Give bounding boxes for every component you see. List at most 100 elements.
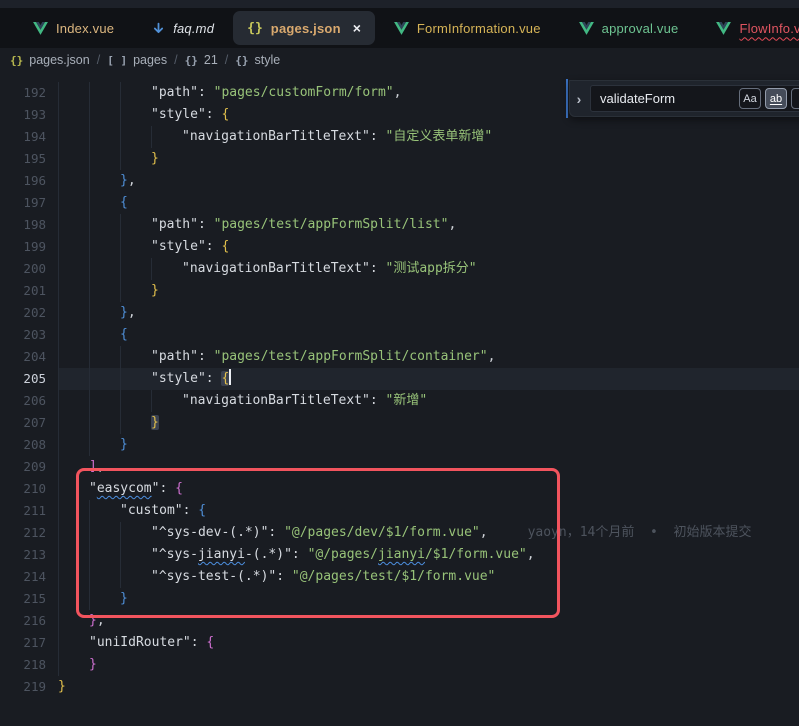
indent-guide — [151, 258, 182, 280]
tab-flowinfo-vu[interactable]: FlowInfo.vu — [697, 11, 799, 45]
indent-guide — [120, 82, 151, 104]
line-number: 214 — [0, 566, 58, 588]
code-line-200[interactable]: 200"navigationBarTitleText": "测试app拆分" — [0, 258, 799, 280]
code-line-194[interactable]: 194"navigationBarTitleText": "自定义表单新增" — [0, 126, 799, 148]
line-number: 216 — [0, 610, 58, 632]
code-token: "自定义表单新增" — [386, 129, 493, 144]
code-token: { — [221, 107, 229, 122]
code-line-211[interactable]: 211"custom": { — [0, 500, 799, 522]
find-input[interactable]: validateForm Aa ab .* — [590, 85, 799, 112]
code-line-213[interactable]: 213"^sys-jianyi-(.*)": "@/pages/jianyi/$… — [0, 544, 799, 566]
tab-pages-json[interactable]: {}pages.json× — [233, 11, 375, 45]
line-content: }, — [58, 302, 799, 324]
indent-guide — [120, 214, 151, 236]
line-number: 199 — [0, 236, 58, 258]
tab-label: pages.json — [271, 21, 341, 36]
code-token: : — [370, 261, 386, 276]
code-line-210[interactable]: 210"easycom": { — [0, 478, 799, 500]
indent-guide — [89, 82, 120, 104]
breadcrumb-item-style[interactable]: {}style — [235, 53, 280, 67]
code-line-204[interactable]: 204"path": "pages/test/appFormSplit/cont… — [0, 346, 799, 368]
code-token: , — [97, 613, 105, 628]
code-token: "@/pages/ — [308, 547, 378, 562]
code-line-206[interactable]: 206"navigationBarTitleText": "新增" — [0, 390, 799, 412]
breadcrumb-label: style — [255, 53, 281, 67]
code-line-218[interactable]: 218} — [0, 654, 799, 676]
code-line-212[interactable]: 212"^sys-dev-(.*)": "@/pages/dev/$1/form… — [0, 522, 799, 544]
code-line-201[interactable]: 201} — [0, 280, 799, 302]
find-widget-sash[interactable] — [566, 79, 568, 118]
code-line-216[interactable]: 216}, — [0, 610, 799, 632]
find-query-text[interactable]: validateForm — [600, 91, 735, 106]
indent-guide — [58, 126, 89, 148]
tab-forminformation-vue[interactable]: FormInformation.vue — [375, 11, 560, 45]
code-token: : — [198, 217, 214, 232]
tab-faq-md[interactable]: faq.md — [133, 11, 233, 45]
code-line-209[interactable]: 209], — [0, 456, 799, 478]
code-line-207[interactable]: 207} — [0, 412, 799, 434]
regex-button[interactable]: .* — [791, 88, 799, 109]
indent-guide — [89, 170, 120, 192]
indent-guide — [89, 280, 120, 302]
code-token: "custom" — [120, 503, 183, 518]
find-expand-chevron-icon[interactable]: › — [570, 91, 588, 107]
tab-label: faq.md — [173, 21, 214, 36]
code-line-219[interactable]: 219} — [0, 676, 799, 698]
code-line-205[interactable]: 205"style": { — [0, 368, 799, 390]
line-number: 202 — [0, 302, 58, 324]
line-number: 197 — [0, 192, 58, 214]
vue-icon — [394, 22, 409, 35]
indent-guide — [120, 368, 151, 390]
match-case-button[interactable]: Aa — [739, 88, 761, 109]
indent-guide — [120, 126, 151, 148]
code-token: "path" — [151, 217, 198, 232]
code-line-197[interactable]: 197{ — [0, 192, 799, 214]
code-token: " — [89, 481, 97, 496]
indent-guide — [58, 82, 89, 104]
tab-label: FlowInfo.vu — [739, 21, 799, 36]
code-token: } — [120, 437, 128, 452]
line-number: 217 — [0, 632, 58, 654]
code-line-215[interactable]: 215} — [0, 588, 799, 610]
code-line-203[interactable]: 203{ — [0, 324, 799, 346]
code-line-196[interactable]: 196}, — [0, 170, 799, 192]
code-token: : — [206, 107, 222, 122]
tab-label: FormInformation.vue — [417, 21, 541, 36]
line-content: "uniIdRouter": { — [58, 632, 799, 654]
breadcrumb-item-21[interactable]: {}21 — [185, 53, 218, 67]
code-token: : — [198, 349, 214, 364]
indent-guide — [58, 192, 89, 214]
code-line-214[interactable]: 214"^sys-test-(.*)": "@/pages/test/$1/fo… — [0, 566, 799, 588]
line-number: 218 — [0, 654, 58, 676]
indent-guide — [120, 236, 151, 258]
line-content: } — [58, 654, 799, 676]
tab-index-vue[interactable]: Index.vue — [14, 11, 133, 45]
code-token: "新增" — [386, 393, 428, 408]
line-content: "^sys-dev-(.*)": "@/pages/dev/$1/form.vu… — [58, 522, 799, 544]
vue-icon — [33, 22, 48, 35]
code-line-198[interactable]: 198"path": "pages/test/appFormSplit/list… — [0, 214, 799, 236]
breadcrumb-item-pages-json[interactable]: {}pages.json — [10, 53, 90, 67]
breadcrumb-item-pages[interactable]: [ ]pages — [107, 53, 167, 67]
code-line-208[interactable]: 208} — [0, 434, 799, 456]
indent-guide — [58, 500, 89, 522]
code-token: ] — [89, 459, 97, 474]
indent-guide — [58, 104, 89, 126]
tab-approval-vue[interactable]: approval.vue — [560, 11, 698, 45]
code-token: "@/pages/dev/$1/form.vue" — [284, 525, 480, 540]
code-line-195[interactable]: 195} — [0, 148, 799, 170]
editor[interactable]: 192"path": "pages/customForm/form",193"s… — [0, 72, 799, 726]
tab-close-icon[interactable]: × — [353, 21, 361, 35]
breadcrumb-label: pages.json — [29, 53, 89, 67]
indent-guide — [151, 126, 182, 148]
code-line-217[interactable]: 217"uniIdRouter": { — [0, 632, 799, 654]
text-cursor — [229, 369, 231, 385]
whole-word-button[interactable]: ab — [765, 88, 787, 109]
code-token: : — [206, 371, 222, 386]
indent-guide — [120, 544, 151, 566]
breadcrumb-separator: / — [97, 53, 100, 67]
indent-guide — [89, 566, 120, 588]
code-line-202[interactable]: 202}, — [0, 302, 799, 324]
indent-guide — [89, 192, 120, 214]
code-line-199[interactable]: 199"style": { — [0, 236, 799, 258]
